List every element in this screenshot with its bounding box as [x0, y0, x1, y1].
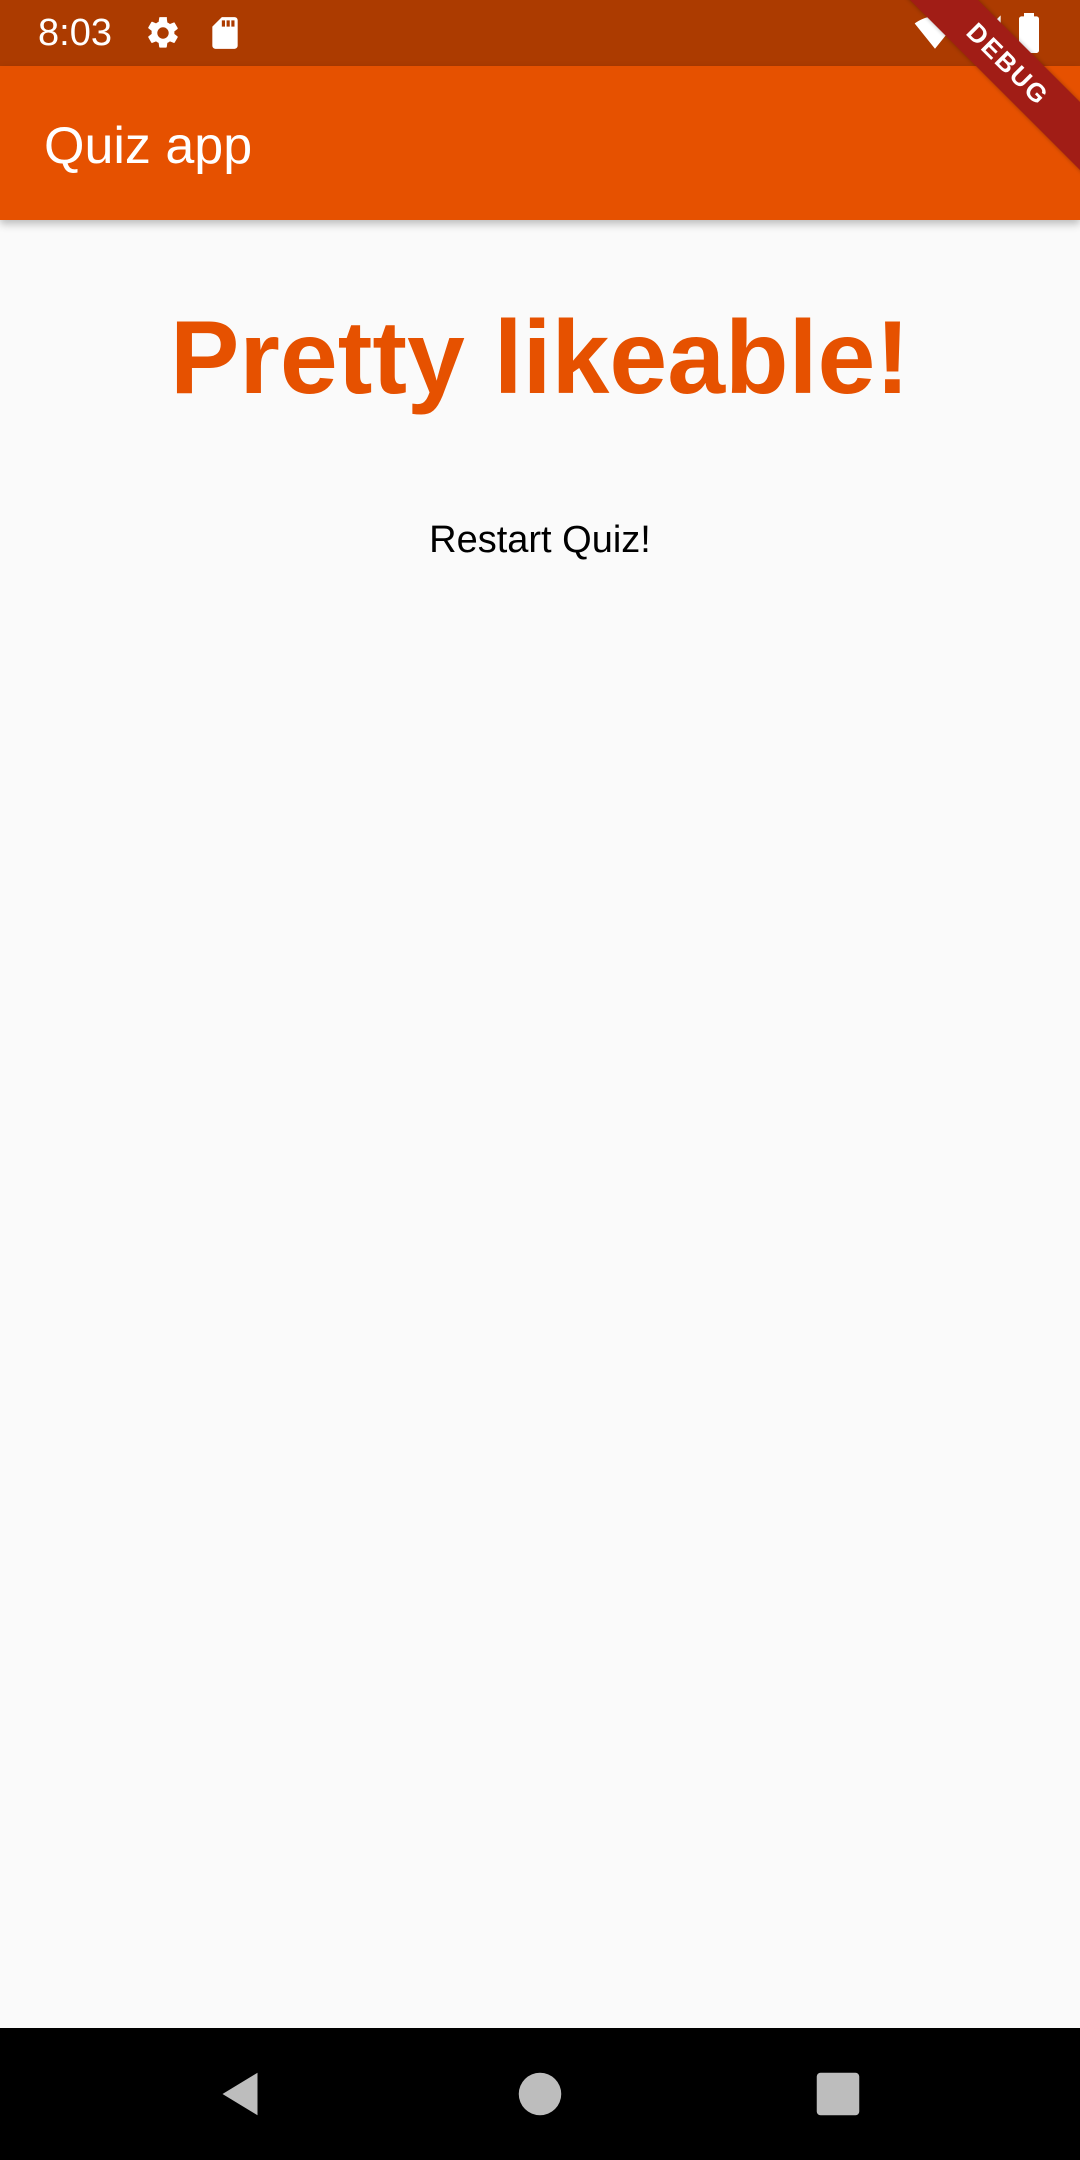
settings-icon	[144, 14, 182, 52]
back-icon[interactable]	[210, 2064, 270, 2124]
navigation-bar	[0, 2028, 1080, 2160]
app-title: Quiz app	[44, 117, 253, 175]
status-bar: 8:03	[0, 0, 1080, 66]
result-text: Pretty likeable!	[170, 300, 910, 416]
app-bar: Quiz app	[0, 66, 1080, 220]
screen: 8:03 Quiz app DEBUG Pretty likeable! Res…	[0, 0, 1080, 2160]
home-icon[interactable]	[510, 2064, 570, 2124]
restart-quiz-button[interactable]: Restart Quiz!	[390, 500, 690, 580]
sd-card-icon	[206, 14, 244, 52]
recents-icon[interactable]	[808, 2064, 868, 2124]
status-time: 8:03	[38, 12, 112, 54]
